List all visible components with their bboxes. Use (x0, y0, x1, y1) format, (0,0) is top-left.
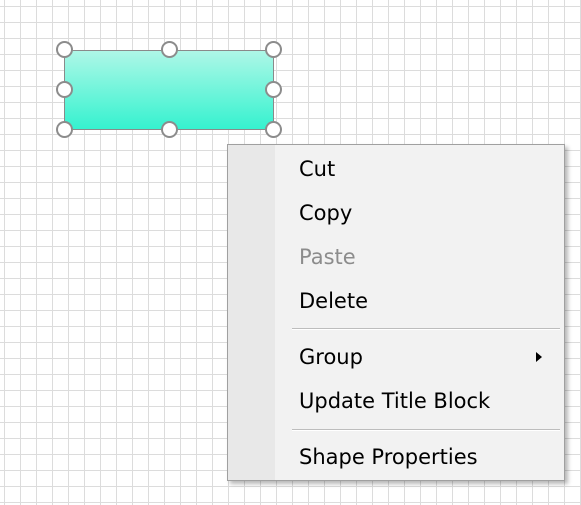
resize-handle-top[interactable] (161, 41, 178, 58)
menu-item-cut[interactable]: Cut (228, 149, 564, 189)
menu-separator (292, 328, 560, 330)
menu-separator (292, 429, 560, 431)
resize-handle-bottom-right[interactable] (265, 121, 282, 138)
resize-handle-bottom[interactable] (161, 121, 178, 138)
menu-item-label: Paste (299, 245, 356, 269)
menu-item-update-title-block[interactable]: Update Title Block (228, 381, 564, 421)
resize-handle-top-right[interactable] (265, 41, 282, 58)
menu-item-label: Delete (299, 289, 368, 313)
menu-item-label: Update Title Block (299, 389, 491, 413)
menu-item-label: Cut (299, 157, 336, 181)
menu-item-label: Shape Properties (299, 445, 478, 469)
submenu-arrow-icon (536, 352, 542, 362)
context-menu: Cut Copy Paste Delete Group Update Title… (227, 144, 565, 481)
menu-item-group[interactable]: Group (228, 337, 564, 377)
resize-handle-top-left[interactable] (56, 41, 73, 58)
resize-handle-right[interactable] (265, 81, 282, 98)
menu-item-label: Group (299, 345, 363, 369)
menu-item-copy[interactable]: Copy (228, 193, 564, 233)
menu-item-shape-properties[interactable]: Shape Properties (228, 437, 564, 477)
resize-handle-left[interactable] (56, 81, 73, 98)
menu-item-paste[interactable]: Paste (228, 237, 564, 277)
menu-item-label: Copy (299, 201, 353, 225)
resize-handle-bottom-left[interactable] (56, 121, 73, 138)
menu-item-delete[interactable]: Delete (228, 281, 564, 321)
rectangle-shape[interactable] (64, 50, 274, 130)
